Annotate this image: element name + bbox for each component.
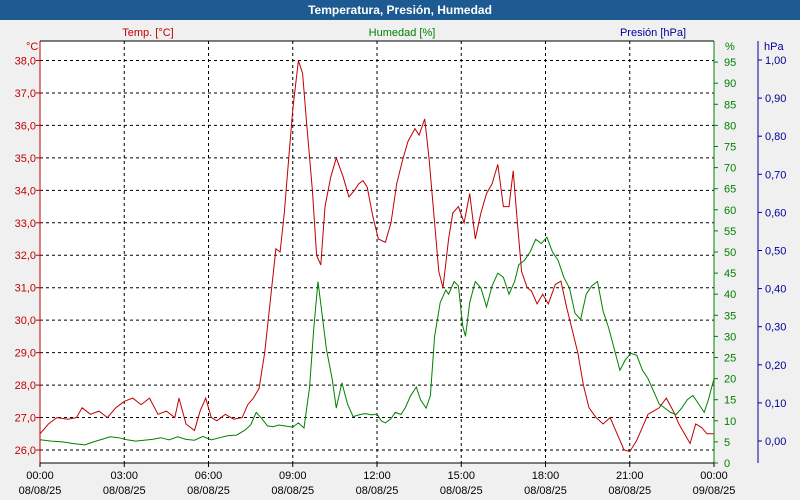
hum-tick-label: 80: [724, 120, 736, 132]
hum-tick-label: 55: [724, 226, 736, 238]
pres-tick-label: 1,00: [765, 55, 786, 67]
hum-tick-label: 0: [724, 458, 730, 470]
temp-tick-label: 30,0: [15, 315, 36, 327]
temp-tick-label: 27,0: [15, 413, 36, 425]
hum-tick-label: 60: [724, 205, 736, 217]
hum-tick-label: 10: [724, 416, 736, 428]
x-tick-date: 08/08/25: [187, 485, 230, 497]
hum-tick-label: 70: [724, 163, 736, 175]
hum-tick-label: 45: [724, 268, 736, 280]
x-tick-time: 00:00: [26, 470, 54, 482]
hum-tick-label: 30: [724, 331, 736, 343]
pres-tick-label: 0,40: [765, 284, 786, 296]
x-tick-time: 09:00: [279, 470, 307, 482]
x-tick-time: 15:00: [447, 470, 475, 482]
x-tick-date: 08/08/25: [271, 485, 314, 497]
pres-tick-label: 0,10: [765, 398, 786, 410]
temp-tick-label: 29,0: [15, 348, 36, 360]
x-tick-date: 08/08/25: [356, 485, 399, 497]
pres-tick-label: 0,20: [765, 360, 786, 372]
pres-tick-label: 0,80: [765, 131, 786, 143]
pres-tick-label: 0,00: [765, 436, 786, 448]
pres-tick-label: 0,60: [765, 207, 786, 219]
x-tick-time: 12:00: [363, 470, 391, 482]
x-tick-date: 08/08/25: [19, 485, 62, 497]
x-tick-time: 06:00: [195, 470, 223, 482]
temp-tick-label: 33,0: [15, 218, 36, 230]
temp-unit-label: °C: [26, 41, 38, 53]
x-tick-date: 09/08/25: [693, 485, 736, 497]
hum-tick-label: 20: [724, 374, 736, 386]
window-title: Temperatura, Presión, Humedad: [0, 0, 800, 20]
hum-tick-label: 25: [724, 353, 736, 365]
temp-tick-label: 28,0: [15, 380, 36, 392]
temp-tick-label: 32,0: [15, 250, 36, 262]
temp-tick-label: 34,0: [15, 185, 36, 197]
x-tick-date: 08/08/25: [103, 485, 146, 497]
pres-tick-label: 0,50: [765, 246, 786, 258]
hum-axis-label: Humedad [%]: [369, 27, 436, 39]
hum-tick-label: 65: [724, 184, 736, 196]
hum-tick-label: 5: [724, 437, 730, 449]
chart-area: 00:00 08/08/25 03:00 08/08/25 06:00 08/08/25 0…: [15, 27, 787, 497]
temp-tick-label: 37,0: [15, 88, 36, 100]
temp-tick-label: 35,0: [15, 153, 36, 165]
hum-tick-label: 40: [724, 289, 736, 301]
temp-tick-label: 38,0: [15, 55, 36, 67]
hum-tick-label: 35: [724, 310, 736, 322]
x-tick-date: 08/08/25: [608, 485, 651, 497]
x-tick-date: 08/08/25: [440, 485, 483, 497]
temp-axis-label: Temp. [°C]: [122, 27, 173, 39]
hum-tick-label: 15: [724, 395, 736, 407]
pres-axis-label: Presión [hPa]: [620, 27, 686, 39]
temp-tick-label: 26,0: [15, 445, 36, 457]
x-tick-time: 00:00: [700, 470, 728, 482]
temp-tick-label: 31,0: [15, 283, 36, 295]
hum-tick-label: 90: [724, 78, 736, 90]
pres-unit-label: hPa: [764, 41, 784, 53]
pres-tick-label: 0,70: [765, 169, 786, 181]
hum-unit-label: %: [725, 41, 735, 53]
hum-tick-label: 75: [724, 142, 736, 154]
hum-tick-label: 85: [724, 99, 736, 111]
pres-tick-label: 0,30: [765, 322, 786, 334]
hum-tick-label: 50: [724, 247, 736, 259]
x-tick-time: 18:00: [532, 470, 560, 482]
x-tick-time: 03:00: [110, 470, 138, 482]
pres-tick-label: 0,90: [765, 93, 786, 105]
hum-tick-label: 95: [724, 57, 736, 69]
x-tick-time: 21:00: [616, 470, 644, 482]
temp-tick-label: 36,0: [15, 120, 36, 132]
x-tick-date: 08/08/25: [524, 485, 567, 497]
